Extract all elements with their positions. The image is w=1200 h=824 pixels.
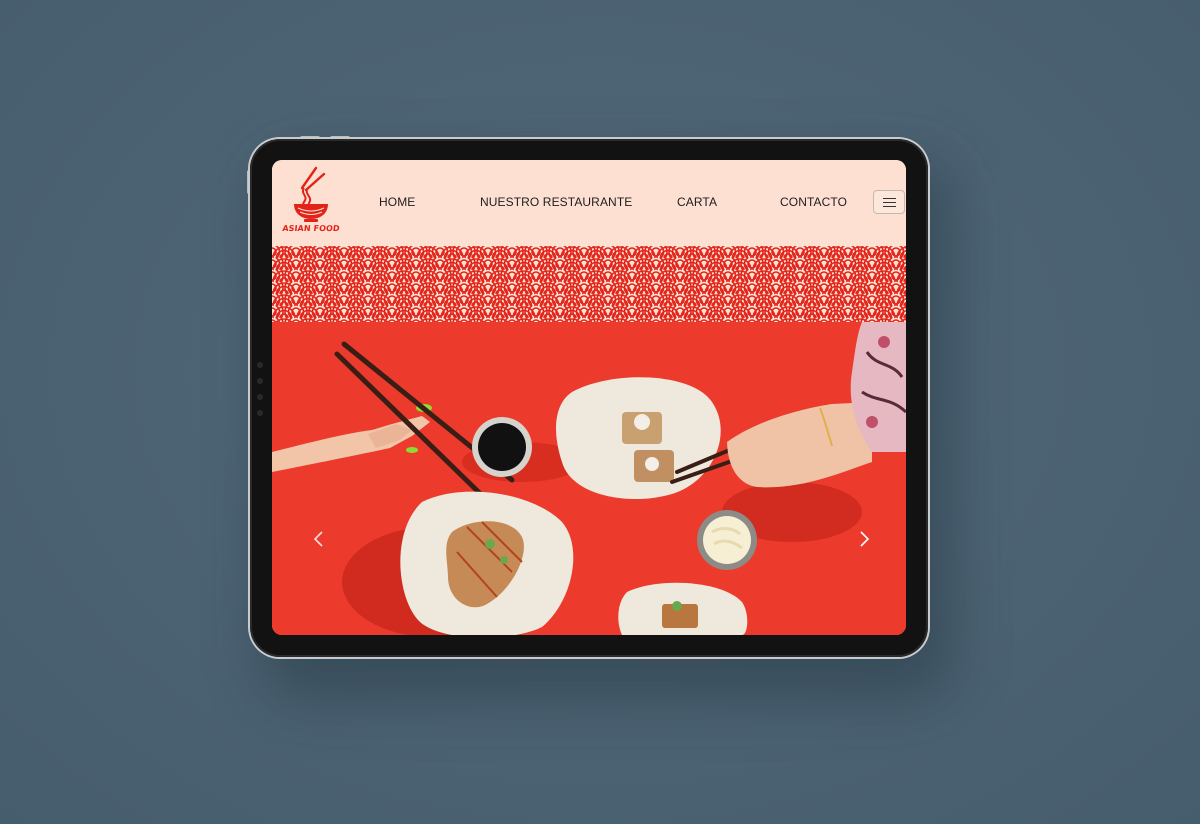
carousel-next-button[interactable]	[853, 528, 875, 550]
hero-carousel	[272, 322, 906, 635]
logo-text: ASIAN FOOD	[281, 224, 341, 233]
nav-home[interactable]: HOME	[379, 195, 415, 209]
site-header: ASIAN FOOD HOME NUESTRO RESTAURANTE CART…	[272, 160, 906, 246]
logo[interactable]: ASIAN FOOD	[282, 166, 340, 238]
nav-nuestro-restaurante[interactable]: NUESTRO RESTAURANTE	[480, 195, 632, 209]
tablet-screen: ASIAN FOOD HOME NUESTRO RESTAURANTE CART…	[272, 160, 906, 635]
mockup-background: ASIAN FOOD HOME NUESTRO RESTAURANTE CART…	[0, 0, 1200, 824]
nav-carta[interactable]: CARTA	[677, 195, 717, 209]
chevron-right-icon	[860, 531, 870, 547]
nav-contacto[interactable]: CONTACTO	[780, 195, 847, 209]
bowl-chopsticks-icon	[294, 166, 328, 222]
chevron-left-icon	[313, 531, 323, 547]
food-photo	[272, 322, 906, 635]
wave-pattern-banner	[272, 246, 906, 322]
menu-toggle-button[interactable]	[873, 190, 905, 214]
hamburger-icon	[883, 198, 896, 199]
wave-pattern	[272, 246, 906, 322]
carousel-prev-button[interactable]	[308, 528, 330, 550]
tablet-camera	[256, 362, 264, 432]
